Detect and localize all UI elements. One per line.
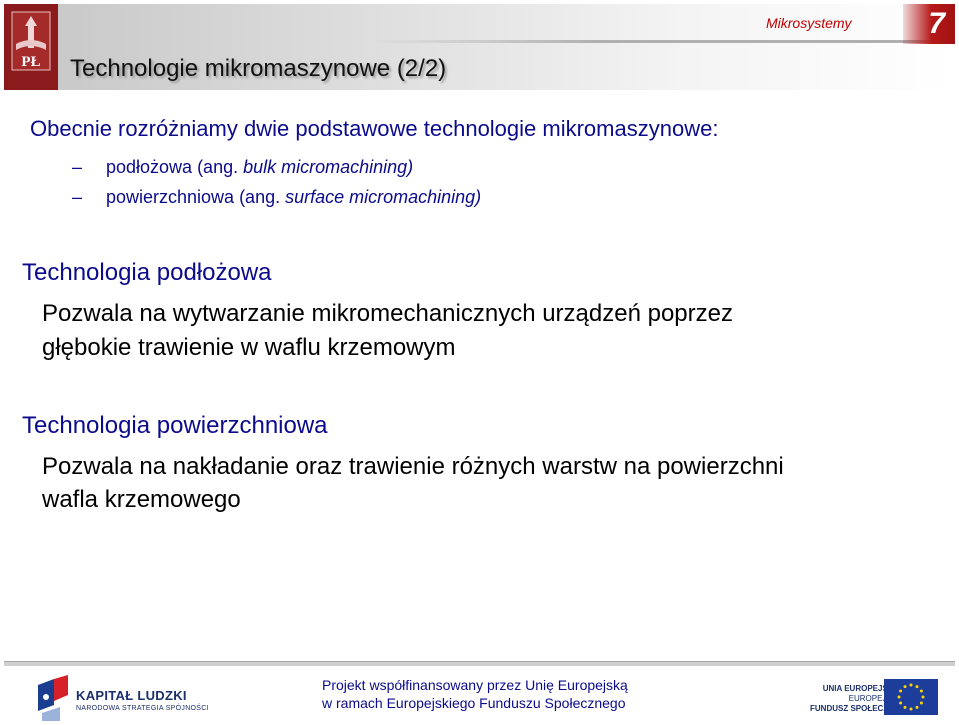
eu-flag-icon bbox=[884, 679, 938, 715]
bullet-dash: – bbox=[72, 157, 83, 177]
course-name: Mikrosystemy bbox=[766, 15, 852, 31]
intro-text: Obecnie rozróżniamy dwie podstawowe tech… bbox=[30, 116, 719, 141]
section-paragraph-line: głębokie trawienie w waflu krzemowym bbox=[42, 334, 456, 361]
bullet-dash: – bbox=[72, 187, 83, 207]
section-paragraph-line: wafla krzemowego bbox=[42, 486, 241, 513]
list-item-italic: bulk micromachining) bbox=[243, 157, 414, 177]
list-item: – powierzchniowa (ang. surface micromachi… bbox=[72, 187, 481, 208]
eu-stars-icon bbox=[897, 683, 925, 711]
section-heading: Technologia powierzchniowa bbox=[22, 412, 328, 439]
slide-title: Technologie mikromaszynowe (2/2) bbox=[70, 55, 447, 82]
kapital-ludzki-logo-icon bbox=[38, 675, 68, 721]
kapital-ludzki-text: KAPITAŁ LUDZKI NARODOWA STRATEGIA SPÓJNO… bbox=[76, 688, 209, 712]
cofinancing-line: w ramach Europejskiego Funduszu Społeczn… bbox=[322, 695, 626, 711]
logo-letters: PŁ bbox=[21, 54, 40, 70]
slide-header: PŁ Technologie mikromaszynowe (2/2) Mikr… bbox=[0, 0, 959, 92]
footer-divider bbox=[4, 661, 955, 666]
kl-title: KAPITAŁ LUDZKI bbox=[76, 688, 187, 703]
list-item-text: powierzchniowa (ang. bbox=[106, 187, 286, 207]
cofinancing-line: Projekt współfinansowany przez Unię Euro… bbox=[322, 677, 628, 693]
list-item-italic: surface micromachining) bbox=[285, 187, 482, 207]
kl-subtitle: NARODOWA STRATEGIA SPÓJNOŚCI bbox=[76, 705, 209, 712]
list-item-text: podłożowa (ang. bbox=[106, 157, 244, 177]
cofinancing-note: Projekt współfinansowany przez Unię Euro… bbox=[322, 676, 628, 712]
section-paragraph-line: Pozwala na wytwarzanie mikromechanicznyc… bbox=[42, 300, 733, 327]
section-paragraph-line: Pozwala na nakładanie oraz trawienie róż… bbox=[42, 453, 784, 480]
university-emblem-icon: PŁ bbox=[11, 11, 51, 71]
header-divider bbox=[370, 40, 930, 43]
section-heading: Technologia podłożowa bbox=[22, 259, 272, 286]
list-item: – podłożowa (ang. bulk micromachining) bbox=[72, 157, 413, 178]
university-logo: PŁ bbox=[4, 4, 58, 90]
page-number: 7 bbox=[903, 4, 955, 44]
